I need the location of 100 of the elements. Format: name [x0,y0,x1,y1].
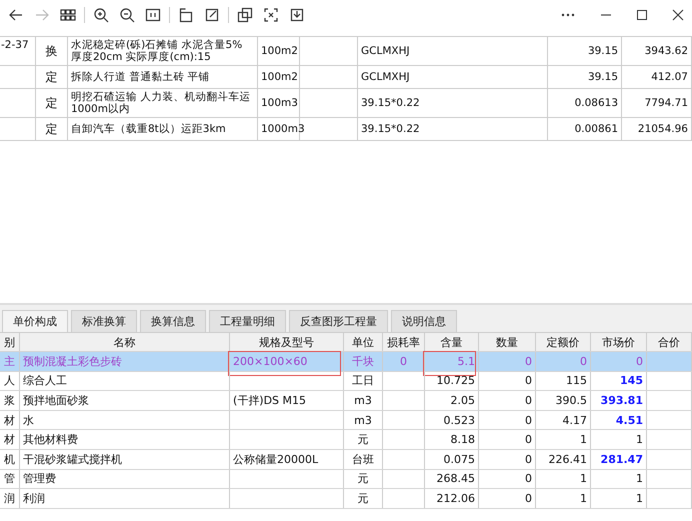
tab[interactable]: 工程量明细 [209,310,286,332]
table-cell: 0 [525,492,532,505]
table-cell: 材 [4,412,15,428]
table-cell: 3943.62 [644,45,688,57]
table-cell: 0.08613 [574,97,618,109]
table-cell: 拆除人行道 普通黏土砖 平铺 [71,71,210,83]
table-cell: 预制混凝土彩色步砖 [23,354,122,369]
table-cell: 0 [525,394,532,407]
table-cell: 0 [525,354,532,368]
maximize-icon[interactable] [634,7,650,23]
table-cell: 7794.71 [644,97,688,109]
table-cell: 145 [620,374,643,388]
table-cell: -2-37 [1,39,29,51]
table-cell: 1 [636,472,643,486]
table-cell: 0 [525,414,532,427]
table-cell: 定 [46,71,58,83]
column-header: 数量 [496,334,518,350]
table-cell: 0.075 [444,452,475,466]
table-cell: m3 [354,414,372,427]
table-cell: 管 [4,471,15,486]
column-header: 名称 [114,334,136,350]
tab[interactable]: 换算信息 [140,310,206,332]
column-header: 市场价 [602,334,635,350]
table-cell: 21054.96 [638,123,688,135]
table-cell: 4.51 [616,414,643,427]
table-cell: 机 [4,452,15,467]
table-cell: 0 [525,452,532,466]
table-cell: 0 [400,354,407,368]
table-cell: 100m2 [261,71,298,83]
table-cell: 0 [525,374,532,388]
table-cell: 39.15*0.22 [361,97,420,109]
table-cell: (干拌)DS M15 [233,392,306,408]
table-cell: 115 [566,374,587,388]
table-cell: 公称储量20000L [233,452,318,467]
table-cell: 412.07 [651,71,688,83]
tab[interactable]: 标准换算 [71,310,137,332]
table-cell: 1000m3 [261,123,305,135]
table-cell: GCLMXHJ [361,71,410,83]
table-cell: 8.18 [450,433,475,446]
table-cell: 1 [636,492,643,505]
copy-icon[interactable] [235,5,255,25]
column-header: 定额价 [546,334,580,350]
table-cell: 预拌地面砂浆 [23,392,89,408]
table-cell: 393.81 [600,394,643,407]
table-cell: 1 [580,472,587,486]
column-header: 规格及型号 [259,334,314,350]
table-cell: 元 [358,432,368,448]
table-cell: 212.06 [436,492,475,505]
table-cell: 10.725 [436,374,475,388]
table-cell: 0 [525,472,532,486]
table-cell: 千块 [352,354,374,369]
table-cell: 0 [636,354,643,368]
table-cell: 200×100×60 [233,354,308,368]
table-cell: GCLMXHJ [361,45,410,57]
table-cell: 0 [525,433,532,446]
table-cell: 元 [358,471,368,486]
table-cell: 100m2 [261,45,298,57]
table-cell: 其他材料费 [23,432,78,448]
table-cell: 1 [636,433,643,446]
table-cell: 39.15 [588,45,618,57]
table-cell: 主 [4,354,15,369]
table-cell: 水 [23,412,34,428]
table-cell: 利润 [23,490,45,506]
table-cell: 人 [4,373,15,388]
table-cell-text: 明挖石碴运输 人力装、机动翻斗车运1000m以内 [71,91,252,115]
tab[interactable]: 反查图形工程量 [289,310,388,332]
close-icon[interactable] [670,7,686,23]
column-header: 含量 [440,334,462,350]
tab[interactable]: 单价构成 [2,310,68,332]
table-cell: 台班 [352,452,374,467]
column-header: 损耗率 [387,334,420,350]
table-cell: 工日 [352,373,374,388]
table-cell: 100m3 [261,97,298,109]
table-cell: 0.00861 [574,123,618,135]
table-cell: 390.5 [556,394,587,407]
tab[interactable]: 说明信息 [391,310,457,332]
table-cell-text: 水泥稳定碎(砾)石摊铺 水泥含量5% 厚度20cm 实际厚度(cm):15 [71,39,244,63]
table-cell: 1 [580,433,587,446]
column-header: 别 [4,334,15,350]
table-cell: 39.15*0.22 [361,123,420,135]
table-cell: 1 [580,492,587,505]
table-cell: 4.17 [562,414,587,427]
table-cell: 元 [358,490,368,506]
table-cell: m3 [354,394,372,407]
table-cell: 2.05 [450,394,475,407]
column-header: 合价 [658,334,680,350]
table-cell: 定 [46,123,58,135]
table-cell: 281.47 [600,452,643,466]
table-cell: 润 [4,490,15,506]
table-cell: 材 [4,432,15,448]
table-cell: 干混砂浆罐式搅拌机 [23,452,122,467]
table-cell: 定 [46,97,58,109]
table-cell: 39.15 [588,71,618,83]
table-cell: 自卸汽车（载重8t以）运距3km [71,123,226,135]
table-cell: 管理费 [23,471,56,486]
table-cell: 0.523 [444,414,475,427]
table-cell: 5.1 [458,354,475,368]
table-cell: 综合人工 [23,373,67,388]
table-cell: 226.41 [548,452,587,466]
column-header: 单位 [352,334,374,350]
